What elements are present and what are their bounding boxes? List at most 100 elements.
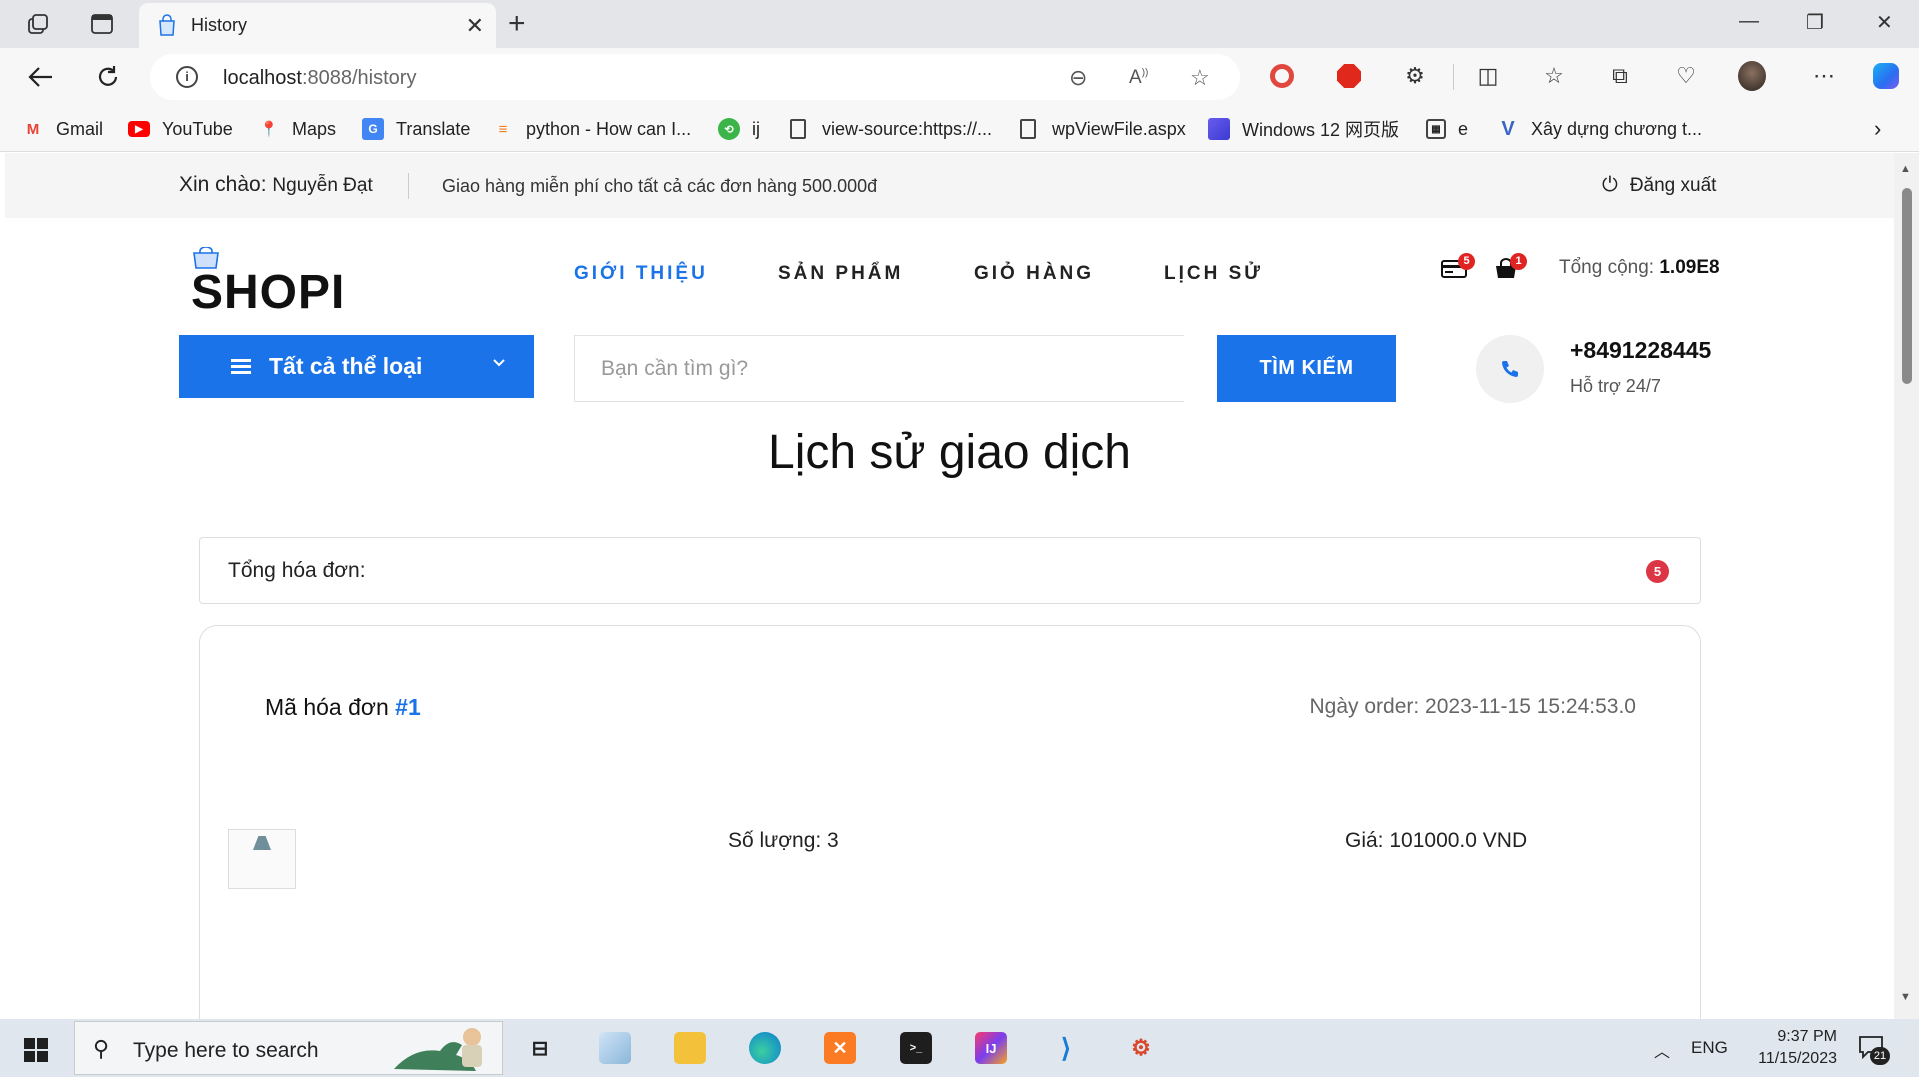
input-language[interactable]: ENG xyxy=(1691,1038,1728,1058)
logo[interactable]: SHOPI xyxy=(179,239,359,319)
support-hours: Hỗ trợ 24/7 xyxy=(1570,376,1661,396)
gmail-icon: M xyxy=(26,120,40,138)
windows12-icon xyxy=(1208,118,1230,140)
opera-extension-icon[interactable] xyxy=(1268,62,1296,90)
bookmarks-more-icon[interactable]: › xyxy=(1874,116,1881,142)
nav-lich-su[interactable]: LỊCH SỬ xyxy=(1164,263,1263,285)
product-thumbnail xyxy=(228,829,296,889)
nav-san-pham[interactable]: SẢN PHẨM xyxy=(778,263,903,285)
address-bar[interactable]: i localhost:8088/history ⊖ A)) ☆ xyxy=(150,54,1240,100)
adblock-extension-icon[interactable] xyxy=(1335,62,1363,90)
logo-text: SHOPI xyxy=(191,266,346,319)
card-badge: 5 xyxy=(1458,253,1475,270)
search-input[interactable] xyxy=(575,336,1184,401)
close-window-icon[interactable]: ✕ xyxy=(1876,10,1893,35)
vscode-app-icon[interactable]: ⟩ xyxy=(1050,1032,1082,1064)
minimize-icon[interactable]: — xyxy=(1739,10,1759,33)
total-orders-label: Tổng hóa đơn: xyxy=(228,559,366,582)
site-info-icon[interactable]: i xyxy=(176,66,198,88)
nav-gioi-thieu[interactable]: GIỚI THIỆU xyxy=(574,263,708,285)
copilot-icon[interactable] xyxy=(1872,62,1900,90)
close-tab-icon[interactable]: ✕ xyxy=(466,13,484,39)
page-icon xyxy=(790,119,806,139)
cart-icon[interactable]: 1 xyxy=(1494,253,1527,281)
translate-icon: G xyxy=(362,118,384,140)
power-icon: ⏻ xyxy=(1602,174,1618,196)
browser-essentials-icon[interactable]: ♡ xyxy=(1672,62,1700,90)
order-date: Ngày order: 2023-11-15 15:24:53.0 xyxy=(1309,695,1636,718)
orders-summary: Tổng hóa đơn: 5 xyxy=(199,537,1701,604)
vertical-tabs-icon[interactable] xyxy=(89,12,115,36)
bookmark-python[interactable]: ≡ python - How can I... xyxy=(492,116,691,142)
scroll-down-icon[interactable]: ▼ xyxy=(1900,991,1911,1003)
clock-date: 11/15/2023 xyxy=(1758,1050,1837,1067)
toolbar-divider xyxy=(1453,64,1454,90)
file-explorer-icon[interactable] xyxy=(674,1032,706,1064)
zoom-out-icon[interactable]: ⊖ xyxy=(1069,65,1087,91)
bookmark-windows12[interactable]: Windows 12 网页版 xyxy=(1208,116,1399,142)
page-scrollbar[interactable]: ▲ ▼ xyxy=(1894,153,1919,1019)
restore-icon[interactable]: ❐ xyxy=(1806,10,1824,35)
browser-toolbar: i localhost:8088/history ⊖ A)) ☆ ⚙ ◫ ☆ ⧉… xyxy=(0,48,1919,106)
bookmarks-bar: M Gmail ▶ YouTube 📍 Maps G Translate ≡ python… xyxy=(0,106,1919,152)
nav-gio-hang[interactable]: GIỎ HÀNG xyxy=(974,263,1094,285)
profile-avatar[interactable] xyxy=(1738,61,1766,91)
bookmark-xay-dung[interactable]: V Xây dựng chương t... xyxy=(1497,116,1702,142)
intellij-app-icon[interactable]: IJ xyxy=(975,1032,1007,1064)
tab-history[interactable]: History ✕ xyxy=(139,3,496,48)
bookmark-gmail[interactable]: M Gmail xyxy=(22,116,103,142)
split-screen-icon[interactable]: ◫ xyxy=(1474,62,1502,90)
tab-title: History xyxy=(191,15,248,35)
extensions-icon[interactable]: ⚙ xyxy=(1401,62,1429,90)
bookmark-view-source[interactable]: view-source:https://... xyxy=(790,116,992,142)
search-highlight-illustration xyxy=(394,1028,482,1071)
bookmark-wpviewfile[interactable]: wpViewFile.aspx xyxy=(1020,116,1186,142)
order-quantity: Số lượng: 3 xyxy=(728,829,839,852)
calendar-icon: ▦ xyxy=(1426,119,1446,139)
bookmark-ij[interactable]: ⟲ ij xyxy=(718,116,760,142)
task-view-icon[interactable]: ⊟ xyxy=(524,1032,556,1064)
bookmark-maps[interactable]: 📍 Maps xyxy=(258,116,336,142)
taskbar-search-placeholder: Type here to search xyxy=(133,1039,319,1062)
logout-link[interactable]: ⏻ Đăng xuất xyxy=(1602,174,1716,197)
terminal-app-icon[interactable]: >_ xyxy=(900,1032,932,1064)
windows-start-icon[interactable] xyxy=(24,1038,48,1062)
git-app-icon[interactable]: ⚙ xyxy=(1125,1032,1157,1064)
notepad-app-icon[interactable] xyxy=(599,1032,631,1064)
search-icon: ⚲ xyxy=(93,1036,110,1061)
topbar-divider xyxy=(408,173,409,199)
search-box xyxy=(574,335,1184,402)
page-icon xyxy=(1020,119,1036,139)
edge-app-icon[interactable] xyxy=(749,1032,781,1064)
more-menu-icon[interactable]: ⋯ xyxy=(1810,62,1838,90)
page-title: Lịch sử giao dịch xyxy=(768,426,1131,479)
refresh-icon[interactable] xyxy=(93,62,123,92)
category-label: Tất cả thể loại xyxy=(269,353,423,379)
hamburger-icon xyxy=(231,356,251,377)
read-aloud-icon[interactable]: A)) xyxy=(1129,67,1148,89)
system-clock[interactable]: 9:37 PM 11/15/2023 xyxy=(1737,1026,1837,1070)
clock-time: 9:37 PM xyxy=(1777,1028,1837,1045)
total-orders-badge: 5 xyxy=(1646,560,1669,583)
tray-chevron-up-icon[interactable]: ︿ xyxy=(1654,1038,1670,1062)
order-id: Mã hóa đơn #1 xyxy=(265,694,421,720)
favorites-icon[interactable]: ☆ xyxy=(1540,62,1568,90)
search-button[interactable]: TÌM KIẾM xyxy=(1217,335,1396,402)
xampp-app-icon[interactable]: ✕ xyxy=(824,1032,856,1064)
bookmark-translate[interactable]: G Translate xyxy=(362,116,470,142)
back-icon[interactable] xyxy=(26,62,56,92)
bookmark-e[interactable]: ▦ e xyxy=(1426,116,1468,142)
all-categories-dropdown[interactable]: Tất cả thể loại xyxy=(179,335,534,398)
workspaces-icon[interactable] xyxy=(25,12,51,36)
notification-center-icon[interactable]: 21 xyxy=(1858,1035,1890,1065)
favorite-star-icon[interactable]: ☆ xyxy=(1190,65,1210,91)
bookmark-youtube[interactable]: ▶ YouTube xyxy=(128,116,233,142)
collections-icon[interactable]: ⧉ xyxy=(1606,62,1634,90)
taskbar-search[interactable]: ⚲ Type here to search xyxy=(74,1021,503,1075)
payment-card-icon[interactable]: 5 xyxy=(1441,253,1475,281)
scrollbar-thumb[interactable] xyxy=(1902,188,1912,384)
top-info-bar: Xin chào: Nguyễn Đạt Giao hàng miễn phí … xyxy=(5,153,1894,218)
new-tab-icon[interactable]: + xyxy=(508,7,526,41)
user-name: Nguyễn Đạt xyxy=(272,175,373,196)
scroll-up-icon[interactable]: ▲ xyxy=(1900,163,1911,175)
